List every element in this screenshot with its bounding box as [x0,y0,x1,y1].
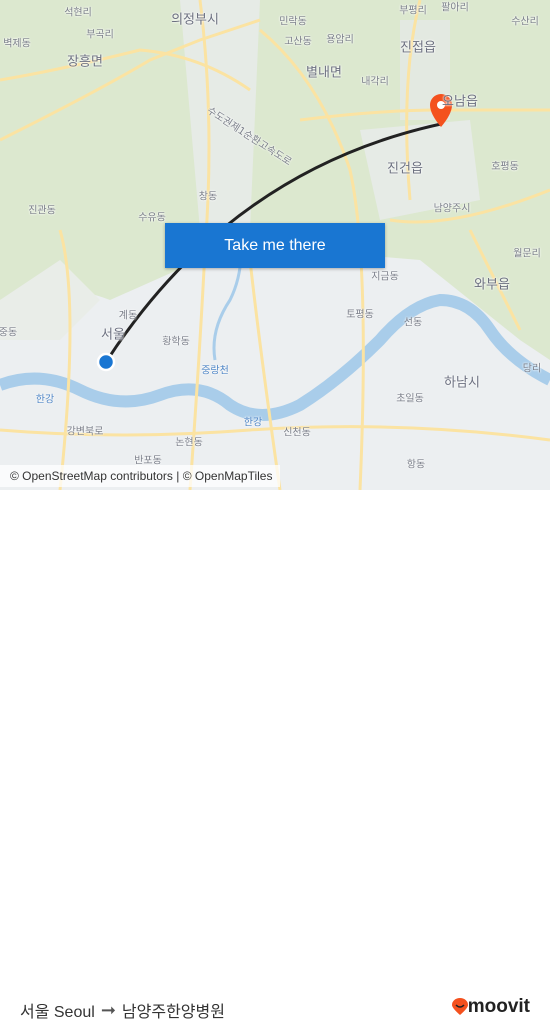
map-label: 항동 [406,459,426,471]
map-label: 벽제동 [3,38,31,50]
map-label: 논현동 [175,437,203,449]
map-label: 팔아리 [441,2,469,14]
map-label: 민락동 [279,16,307,28]
map-label: 진관동 [28,205,56,217]
map-label: 토평동 [346,309,374,321]
map-label: 용암리 [326,34,354,46]
map-label: 황학동 [162,336,190,348]
map-label: 월문리 [513,248,541,260]
map-label: 석현리 [64,7,92,19]
map-label: 진접읍 [400,40,436,56]
map-label: 신천동 [283,427,311,439]
map-label: 별내면 [306,65,342,81]
origin-name: 서울 Seoul [20,1004,95,1021]
map-label: 수유동 [138,212,166,224]
map-label: 오남읍 [442,94,478,110]
map-label: 한강 [243,417,263,429]
map-label: 호평동 [491,161,519,173]
arrow-right-icon: ➞ [100,999,116,1020]
map-label: 당리 [522,363,542,375]
moovit-wordmark: moovit [467,996,530,1017]
moovit-pin-icon [451,998,468,1015]
map-label: 와부읍 [474,277,510,293]
map-label: 장흥면 [67,54,103,70]
map-label: 창동 [198,191,218,203]
origin-marker [96,352,116,372]
take-me-there-button[interactable]: Take me there [165,223,385,268]
map-label: 남양주시 [433,203,471,215]
map-label: 지금동 [371,271,399,283]
map-label: 선동 [403,317,423,329]
map-label: 중동 [0,327,18,339]
map-attribution[interactable]: © OpenStreetMap contributors | © OpenMap… [0,465,281,487]
destination-name: 남양주한양병원 [121,1004,225,1021]
map-label: 초일동 [396,393,424,405]
map[interactable]: 석현리 의정부시 민락동 부평리 팔아리수산리벽제동 부곡리고산동 용암리진접읍장흥면별내면… [0,0,550,490]
map-label: 진건읍 [387,161,423,177]
map-label: 부곡리 [86,29,114,41]
map-label: 중랑천 [201,365,229,377]
map-label: 의정부시 [171,12,219,28]
map-label: 한강 [35,394,55,406]
footer: 서울 Seoul ➞ 남양주한양병원 moovit [0,490,550,1021]
map-label: 하남시 [444,375,480,391]
map-label: 고산동 [284,36,312,48]
map-label: 강변북로 [66,426,104,438]
map-label: 부평리 [399,5,427,17]
moovit-logo[interactable]: moovit [451,996,530,1018]
route-title: 서울 Seoul ➞ 남양주한양병원 [20,998,225,1022]
map-label: 서울 [101,327,125,343]
map-label: 내각리 [361,76,389,88]
map-label: 수산리 [511,16,539,28]
map-label: 계동 [118,310,138,322]
